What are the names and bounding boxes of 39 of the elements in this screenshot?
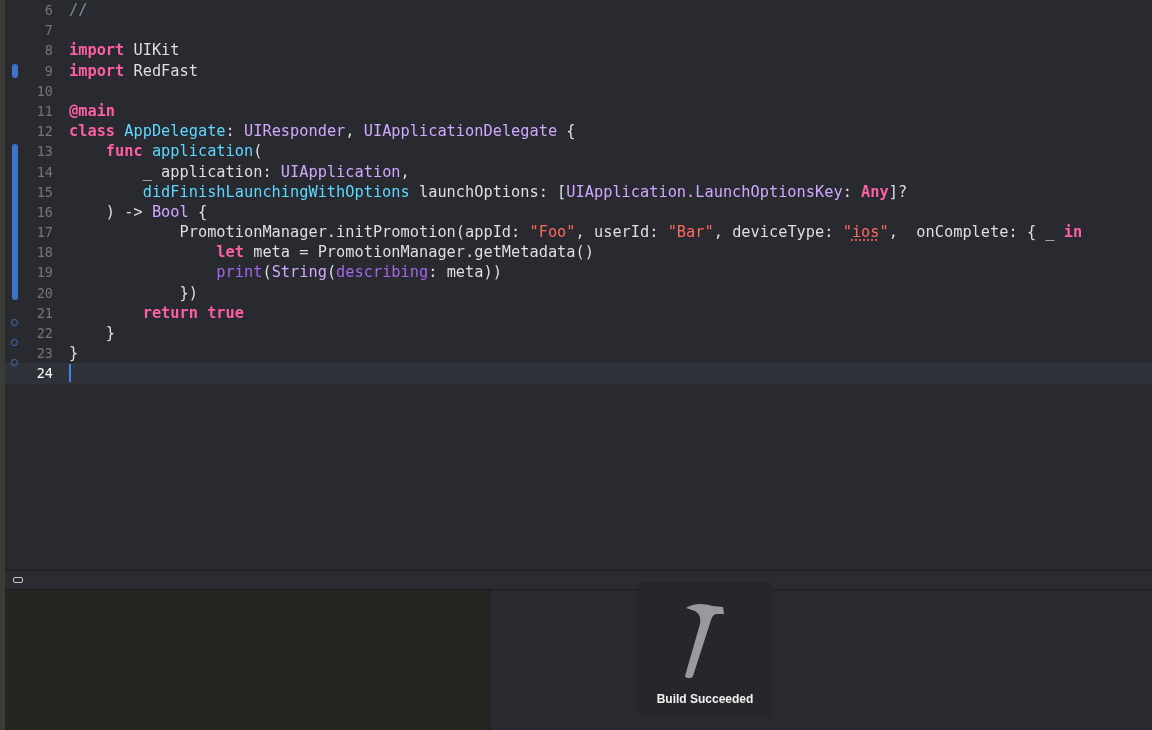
code-line: didFinishLaunchingWithOptions launchOptions: [UIApplication.LaunchOptionsKey: Any]? <box>141 181 908 202</box>
line-number: 6 <box>43 1 53 20</box>
line-number: 8 <box>43 41 53 61</box>
line-number: 14 <box>35 162 53 182</box>
line-number: 7 <box>43 21 53 41</box>
line-number: 11 <box>35 101 53 121</box>
code-line: import RedFast <box>69 60 198 81</box>
line-number: 19 <box>35 263 53 283</box>
code-line: PromotionManager.initPromotion(appId: "Foo", userId: "Bar", deviceType: "ios", onComplete: { _ in <box>178 222 1083 243</box>
hammer-icon <box>683 602 727 680</box>
text-cursor <box>69 364 71 383</box>
code-line: _ application: UIApplication, <box>141 161 410 182</box>
line-number: 24 <box>35 364 53 384</box>
line-number: 17 <box>35 223 53 243</box>
line-number: 23 <box>35 344 53 364</box>
code-line: func application( <box>104 141 263 162</box>
code-line: }) <box>178 282 198 303</box>
panel-toggle-icon[interactable] <box>13 577 23 583</box>
code-line: } <box>104 323 116 344</box>
line-number: 9 <box>43 61 53 81</box>
code-line: class AppDelegate: UIResponder, UIApplicationDelegate { <box>69 121 576 142</box>
code-line: // <box>69 0 88 21</box>
code-line: let meta = PromotionManager.getMetadata() <box>215 242 594 263</box>
build-status-text: Build Succeeded <box>656 692 754 706</box>
code-line: ) -> Bool { <box>104 201 208 223</box>
code-line: import UIKit <box>69 40 180 61</box>
code-line: } <box>69 343 79 364</box>
line-number: 16 <box>35 202 53 222</box>
code-line: @main <box>69 100 116 122</box>
line-number: 20 <box>35 283 53 303</box>
line-number: 13 <box>35 142 53 162</box>
code-line: return true <box>141 302 244 323</box>
line-number: 22 <box>35 324 53 343</box>
code-line: print(String(describing: meta)) <box>215 262 502 283</box>
line-number: 18 <box>35 243 53 263</box>
line-number: 21 <box>35 303 53 323</box>
line-number: 15 <box>35 182 53 202</box>
line-number: 10 <box>35 81 53 101</box>
line-number: 12 <box>35 122 53 142</box>
